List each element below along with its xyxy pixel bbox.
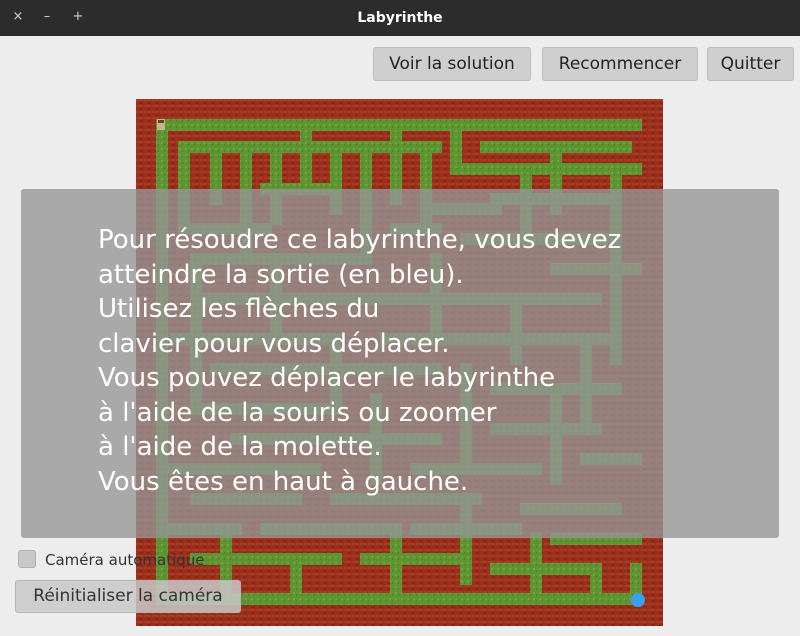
- auto-camera-checkbox[interactable]: [18, 550, 36, 568]
- window-title: Labyrinthe: [357, 10, 443, 26]
- reset-camera-button[interactable]: Réinitialiser la caméra: [15, 580, 241, 613]
- instruction-line: Pour résoudre ce labyrinthe, vous devez: [98, 225, 622, 255]
- instruction-line: Vous êtes en haut à gauche.: [98, 466, 469, 497]
- instruction-line: atteindre la sortie (en bleu).: [98, 259, 464, 290]
- exit-marker: [631, 593, 645, 607]
- instruction-line: clavier pour vous déplacer.: [98, 328, 450, 359]
- show-solution-button[interactable]: Voir la solution: [373, 47, 531, 81]
- auto-camera-label: Caméra automatique: [45, 551, 205, 569]
- instructions-overlay: Pour résoudre ce labyrinthe, vous devez …: [21, 189, 779, 538]
- player-icon: [157, 119, 165, 130]
- instruction-line: Vous pouvez déplacer le labyrinthe: [98, 363, 556, 393]
- window-titlebar: × – + Labyrinthe: [0, 0, 800, 36]
- restart-button[interactable]: Recommencer: [542, 47, 698, 81]
- quit-button[interactable]: Quitter: [707, 47, 794, 81]
- instruction-line: à l'aide de la molette.: [98, 432, 382, 462]
- instruction-line: à l'aide de la souris ou zoomer: [98, 397, 497, 428]
- instruction-line: Utilisez les flèches du: [98, 294, 380, 324]
